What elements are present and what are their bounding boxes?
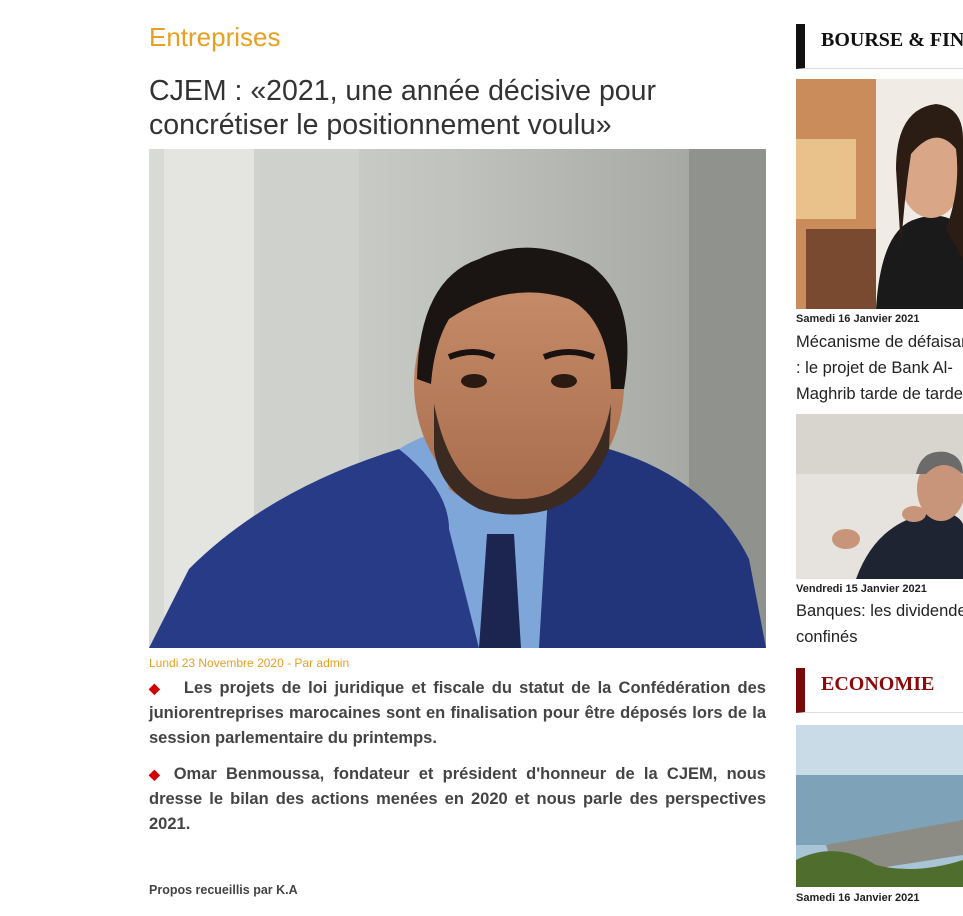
thumb-image-2: [796, 414, 963, 579]
lead-paragraph-2: ◆ Omar Benmoussa, fondateur et président…: [149, 762, 766, 837]
thumb-image-1: [796, 79, 963, 309]
red-diamond-icon: ◆: [149, 766, 165, 782]
article-meta: Lundi 23 Novembre 2020 - Par admin: [149, 656, 350, 670]
portrait-illustration: [149, 149, 766, 648]
article-photo: [149, 149, 766, 648]
section-header-bourse[interactable]: BOURSE & FINANCE: [796, 24, 963, 69]
lead-text-1: Les projets de loi juridique et fiscale …: [149, 679, 766, 747]
sidebar-thumb-2[interactable]: [796, 414, 963, 579]
sidebar-date-1: Samedi 16 Janvier 2021: [796, 313, 920, 325]
sidebar-title-2[interactable]: Banques: les dividendes confinés: [796, 598, 963, 650]
lead-text-2: Omar Benmoussa, fondateur et président d…: [149, 765, 766, 833]
category-link[interactable]: Entreprises: [149, 22, 281, 53]
sidebar-thumb-3[interactable]: [796, 725, 963, 887]
lead-paragraph-1: ◆ Les projets de loi juridique et fiscal…: [149, 676, 766, 751]
article-credit: Propos recueillis par K.A: [149, 883, 298, 897]
article-title: CJEM : «2021, une année décisive pour co…: [149, 75, 656, 141]
sidebar-title-1[interactable]: Mécanisme de défaisance : le projet de B…: [796, 329, 963, 407]
section-title-economie[interactable]: ECONOMIE: [821, 673, 934, 696]
sidebar-thumb-1[interactable]: [796, 79, 963, 309]
sidebar-date-2: Vendredi 15 Janvier 2021: [796, 583, 927, 595]
thumb-image-3: [796, 725, 963, 887]
sidebar-date-3: Samedi 16 Janvier 2021: [796, 892, 920, 904]
sidebar: BOURSE & FINANCE Samedi 16 Janvier 2021 …: [796, 0, 963, 916]
section-header-economie[interactable]: ECONOMIE: [796, 668, 963, 713]
section-title-bourse[interactable]: BOURSE & FINANCE: [821, 29, 963, 52]
red-diamond-icon: ◆: [149, 680, 163, 696]
